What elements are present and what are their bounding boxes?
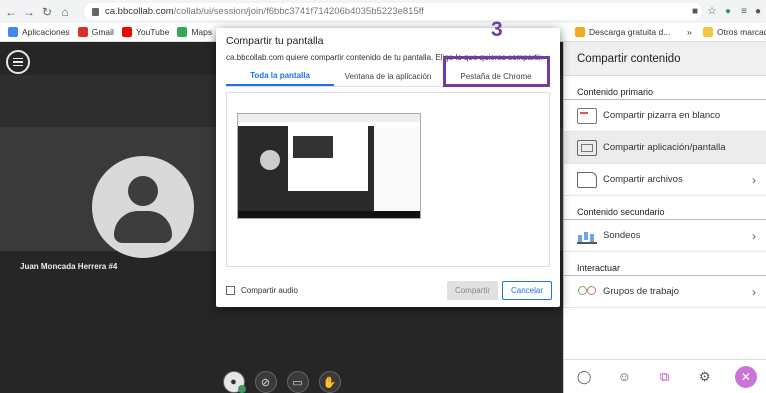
bookmark-descarga[interactable]: Descarga gratuita d...: [575, 27, 670, 37]
polls-item[interactable]: Sondeos ›: [564, 220, 766, 252]
participant-name: Juan Moncada Herrera #4: [20, 262, 118, 271]
share-button[interactable]: Compartir: [447, 281, 498, 300]
tab-application-window[interactable]: Ventana de la aplicación: [334, 67, 442, 86]
item-label: Compartir aplicación/pantalla: [603, 142, 726, 153]
apps-grid-icon: [8, 27, 18, 37]
maps-icon: [177, 27, 188, 37]
share-application-item[interactable]: Compartir aplicación/pantalla: [564, 132, 766, 164]
my-status-button[interactable]: ●: [222, 371, 246, 393]
bookmark-star-icon[interactable]: ☆: [705, 4, 719, 18]
breakout-groups-icon: [577, 284, 597, 300]
bookmark-apps[interactable]: Aplicaciones: [8, 27, 70, 37]
secondary-content-heading: Contenido secundario: [564, 204, 766, 220]
share-audio-label: Compartir audio: [241, 286, 298, 295]
share-audio-checkbox[interactable]: [226, 286, 235, 295]
attendees-icon[interactable]: ☺: [614, 367, 634, 387]
thumb-side-panel: [374, 126, 420, 216]
share-files-item[interactable]: Compartir archivos ›: [564, 164, 766, 196]
bookmark-maps[interactable]: Maps: [177, 27, 212, 37]
interact-heading: Interactuar: [564, 260, 766, 276]
raise-hand-icon[interactable]: ✋: [318, 371, 341, 393]
youtube-icon: [121, 27, 132, 37]
bookmark-orange-icon: [575, 27, 585, 37]
bookmark-gmail[interactable]: Gmail: [77, 27, 114, 37]
address-bar[interactable]: ca.bbcollab.com/collab/ui/session/join/f…: [84, 3, 702, 20]
item-label: Grupos de trabajo: [603, 286, 680, 297]
bookmark-label: Maps: [191, 27, 213, 37]
gmail-icon: [77, 27, 88, 37]
lock-icon: [92, 7, 99, 16]
chevron-right-icon: ›: [752, 285, 756, 299]
item-label: Compartir archivos: [603, 174, 683, 185]
reading-list-icon[interactable]: ≡: [737, 4, 751, 18]
chevron-right-icon: ›: [752, 229, 756, 243]
bookmark-other-folder[interactable]: Otros marcadores: [703, 27, 766, 37]
browser-toolbar: ← → ↻ ⌂ ca.bbcollab.com/collab/ui/sessio…: [0, 0, 766, 23]
item-label: Compartir pizarra en blanco: [603, 110, 721, 121]
back-arrow-icon[interactable]: ←: [4, 5, 18, 19]
reload-icon[interactable]: ↻: [40, 5, 54, 19]
mic-muted-icon[interactable]: ⊘: [254, 371, 277, 393]
extension-icon[interactable]: ●: [721, 4, 735, 18]
breakout-groups-item[interactable]: Grupos de trabajo ›: [564, 276, 766, 308]
avatar-body-shape: [114, 211, 172, 243]
screen-thumbnail[interactable]: [237, 113, 421, 219]
chat-bubble-icon[interactable]: ◯: [574, 367, 594, 387]
bookmark-label: Aplicaciones: [22, 27, 70, 37]
chevron-right-icon: ›: [752, 173, 756, 187]
close-panel-icon[interactable]: ✕: [734, 365, 757, 388]
poll-chart-icon: [577, 228, 597, 244]
bookmark-label: Descarga gratuita d...: [589, 27, 671, 37]
bookmark-label: YouTube: [135, 27, 170, 37]
panel-footer-nav: ◯ ☺ ⧉ ⚙ ✕: [564, 359, 766, 393]
share-content-icon[interactable]: ⧉: [654, 367, 674, 387]
participant-avatar: [92, 156, 194, 258]
share-content-panel: Compartir contenido Contenido primario C…: [563, 42, 766, 393]
bookmark-youtube[interactable]: YouTube: [121, 27, 170, 37]
cancel-button[interactable]: Cancelar: [502, 281, 552, 300]
application-screen-icon: [577, 139, 597, 156]
media-toolbar: ● ⊘ ▭ ✋: [0, 371, 563, 393]
bookmark-label: Otros marcadores: [717, 27, 766, 37]
screen-preview-area: [226, 92, 550, 267]
files-icon: [577, 171, 597, 188]
folder-icon: [703, 27, 713, 37]
avatar-head-shape: [128, 176, 158, 206]
settings-gear-icon[interactable]: ⚙: [695, 367, 715, 387]
panel-title: Compartir contenido: [564, 42, 766, 76]
step-number: 3: [491, 18, 503, 41]
primary-content-heading: Contenido primario: [564, 84, 766, 100]
bookmark-label: Gmail: [91, 27, 114, 37]
thumb-taskbar: [238, 211, 420, 218]
profile-avatar-icon[interactable]: ●: [751, 4, 765, 18]
dialog-title: Compartir tu pantalla: [226, 35, 324, 47]
camera-icon[interactable]: ■: [688, 4, 702, 18]
session-menu-button[interactable]: [6, 50, 30, 74]
url-host: ca.bbcollab.com: [105, 6, 174, 17]
share-whiteboard-item[interactable]: Compartir pizarra en blanco: [564, 100, 766, 132]
thumb-browser-bar: [238, 114, 420, 122]
url-text: ca.bbcollab.com/collab/ui/session/join/f…: [105, 6, 424, 17]
bookmarks-overflow-icon[interactable]: »: [687, 27, 692, 37]
tab-entire-screen[interactable]: Toda la pantalla: [226, 67, 334, 86]
camera-off-icon[interactable]: ▭: [286, 371, 309, 393]
url-path: /collab/ui/session/join/f6bbc3741f714206…: [173, 6, 424, 17]
whiteboard-icon: [577, 107, 597, 124]
forward-arrow-icon[interactable]: →: [22, 5, 36, 19]
item-label: Sondeos: [603, 230, 641, 241]
thumb-dialog: [288, 125, 368, 191]
share-audio-option[interactable]: Compartir audio: [226, 286, 298, 295]
home-icon[interactable]: ⌂: [58, 5, 72, 19]
thumb-avatar: [260, 150, 280, 170]
step-highlight-box: [443, 56, 550, 87]
thumb-inner-preview: [293, 136, 333, 158]
